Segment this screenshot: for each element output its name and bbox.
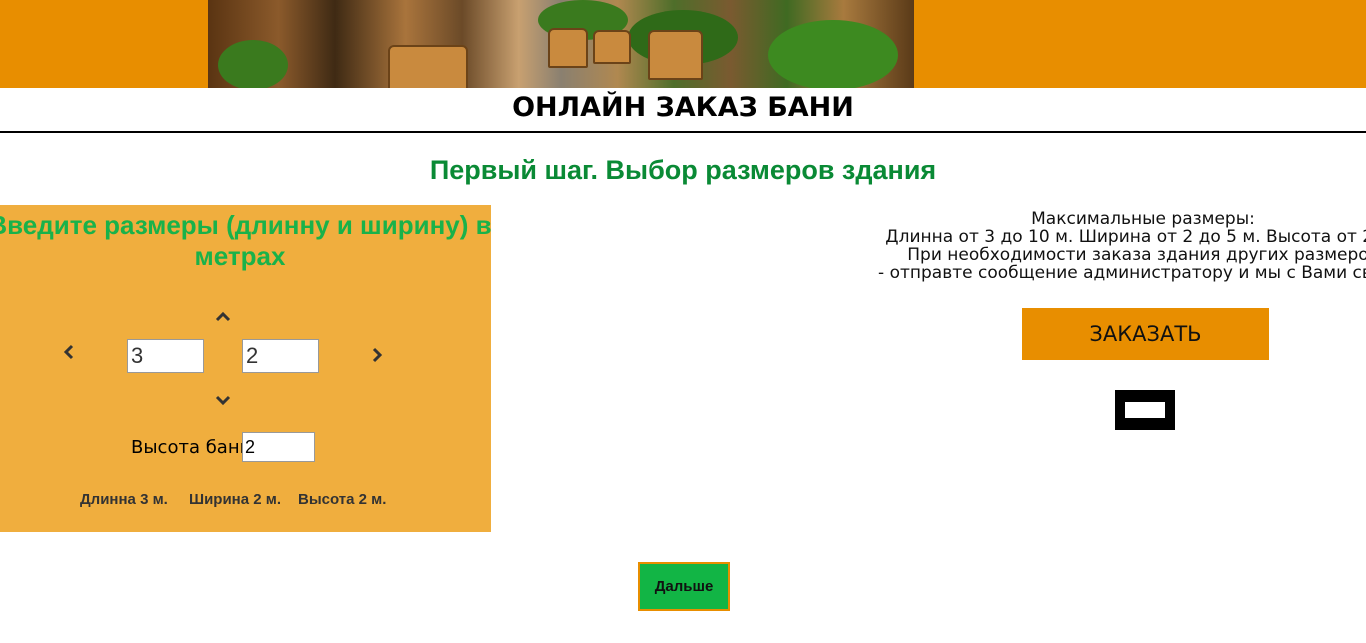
- height-label: Высота бани: [131, 437, 252, 458]
- info-line-1: Максимальные размеры:: [1031, 209, 1255, 229]
- width-input[interactable]: [242, 339, 319, 373]
- summary-width: Ширина 2 м.: [189, 491, 282, 508]
- length-input[interactable]: [127, 339, 204, 373]
- summary-length: Длинна 3 м.: [80, 491, 168, 508]
- info-block: Максимальные размеры: Длинна от 3 до 10 …: [820, 210, 1366, 282]
- info-line-3: При необходимости заказа здания других р…: [907, 245, 1366, 265]
- black-box-inner: [1125, 402, 1165, 418]
- arrow-down-icon[interactable]: [213, 390, 233, 410]
- banner-image: [208, 0, 914, 88]
- order-button[interactable]: ЗАКАЗАТЬ: [1022, 308, 1269, 360]
- height-input[interactable]: [242, 432, 315, 462]
- arrow-left-icon[interactable]: [59, 342, 79, 362]
- step-title: Первый шаг. Выбор размеров здания: [429, 155, 937, 185]
- info-line-4: - отправте сообщение администратору и мы…: [878, 263, 1366, 283]
- page-title: ОНЛАЙН ЗАКАЗ БАНИ: [0, 88, 1366, 133]
- summary-height: Высота 2 м.: [298, 491, 387, 508]
- black-box-widget[interactable]: [1115, 390, 1175, 430]
- next-button[interactable]: Дальше: [638, 562, 730, 611]
- arrow-up-icon[interactable]: [213, 307, 233, 327]
- panel-heading: Введите размеры (длинну и ширину) в метр…: [0, 210, 491, 271]
- arrow-right-icon[interactable]: [367, 345, 387, 365]
- info-line-2: Длинна от 3 до 10 м. Ширина от 2 до 5 м.…: [885, 227, 1366, 247]
